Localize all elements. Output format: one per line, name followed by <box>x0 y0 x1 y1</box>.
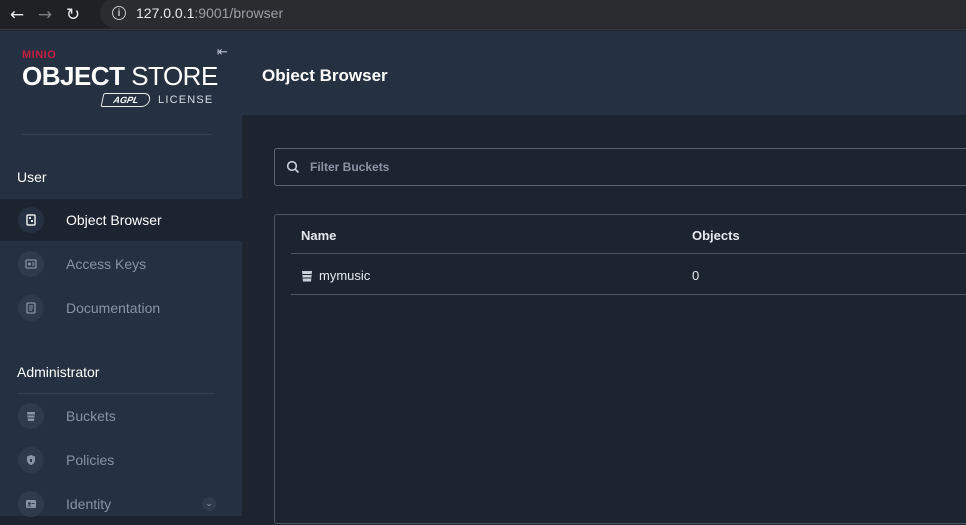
collapse-sidebar-icon[interactable]: ⇤ <box>217 45 228 60</box>
sidebar-divider <box>17 393 215 394</box>
column-header-objects[interactable]: Objects <box>692 228 740 243</box>
url-path: :9001/browser <box>194 5 284 21</box>
shield-icon <box>18 447 44 473</box>
page-title: Object Browser <box>262 66 388 85</box>
sidebar-item-label: Identity <box>66 496 112 512</box>
logo-brand: MINIO <box>22 49 57 61</box>
section-title-administrator: Administrator <box>17 364 100 380</box>
sidebar-divider <box>22 134 212 135</box>
bucket-icon <box>302 270 312 281</box>
license-label: LICENSE <box>158 94 214 106</box>
address-bar[interactable]: i 127.0.0.1:9001/browser <box>100 0 966 28</box>
table-header: Name Objects <box>291 215 966 254</box>
column-header-name[interactable]: Name <box>301 228 336 243</box>
sidebar-item-access-keys[interactable]: Access Keys <box>0 243 242 285</box>
sidebar-item-label: Buckets <box>66 408 116 424</box>
chevron-down-icon[interactable]: ⌄ <box>202 497 216 511</box>
sidebar-item-label: Access Keys <box>66 256 147 272</box>
documentation-icon <box>18 295 44 321</box>
sidebar-item-policies[interactable]: Policies <box>0 439 242 481</box>
bucket-name: mymusic <box>319 268 371 283</box>
sidebar: MINIO OBJECT STORE AGPL LICENSE ⇤ User O… <box>0 31 242 517</box>
page-header: Object Browser <box>242 31 966 115</box>
sidebar-item-label: Documentation <box>66 300 161 316</box>
bucket-name-cell: mymusic <box>301 268 370 283</box>
section-title-user: User <box>17 169 47 185</box>
sidebar-item-label: Policies <box>66 452 115 468</box>
object-browser-icon <box>18 207 44 233</box>
url-text: 127.0.0.1:9001/browser <box>136 5 283 21</box>
sidebar-item-documentation[interactable]: Documentation <box>0 287 242 329</box>
access-keys-icon <box>18 251 44 277</box>
identity-icon <box>18 491 44 517</box>
bucket-objects-count: 0 <box>692 268 700 283</box>
sidebar-item-object-browser[interactable]: Object Browser <box>0 199 242 241</box>
search-icon <box>286 160 300 174</box>
reload-icon[interactable]: ↻ <box>62 4 84 26</box>
minio-logo[interactable]: MINIO OBJECT STORE AGPL LICENSE <box>22 49 222 129</box>
browser-toolbar: ← → ↻ i 127.0.0.1:9001/browser <box>0 0 966 30</box>
bucket-icon <box>18 403 44 429</box>
filter-buckets-field[interactable] <box>274 148 966 186</box>
logo-product-rest: STORE <box>131 61 218 91</box>
agpl-badge: AGPL <box>100 93 152 107</box>
forward-arrow-icon[interactable]: → <box>34 4 56 26</box>
site-info-icon[interactable]: i <box>112 6 126 20</box>
filter-buckets-input[interactable] <box>310 160 910 174</box>
logo-product: OBJECT STORE <box>22 61 218 92</box>
table-row[interactable]: mymusic 0 <box>291 255 966 295</box>
main-content: Object Browser Name Objects mymusic 0 <box>242 31 966 524</box>
sidebar-item-label: Object Browser <box>66 212 162 228</box>
sidebar-item-buckets[interactable]: Buckets <box>0 395 242 437</box>
logo-product-bold: OBJECT <box>22 61 125 91</box>
url-host: 127.0.0.1 <box>136 5 195 21</box>
buckets-table: Name Objects mymusic 0 <box>274 214 966 524</box>
back-arrow-icon[interactable]: ← <box>6 4 28 26</box>
